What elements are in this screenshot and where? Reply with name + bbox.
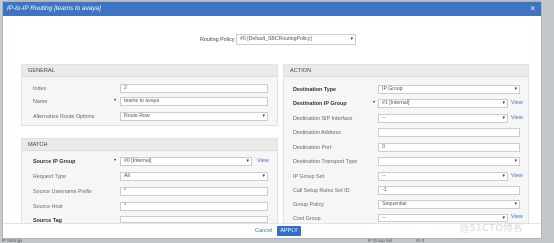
source-username-prefix-field[interactable]: * bbox=[120, 187, 268, 196]
alt-route-select[interactable]: Route Row bbox=[120, 112, 268, 121]
index-field[interactable]: 2 bbox=[120, 84, 268, 93]
destination-ip-group-label: Destination IP Group bbox=[293, 101, 347, 107]
source-host-field[interactable]: * bbox=[120, 202, 268, 211]
match-panel: MATCH bbox=[21, 138, 278, 224]
apply-button[interactable]: APPLY bbox=[277, 226, 301, 236]
destination-type-select[interactable]: IP Group bbox=[378, 85, 520, 94]
destination-ip-group-view-link[interactable]: View bbox=[511, 100, 523, 106]
source-tag-field[interactable] bbox=[120, 216, 268, 223]
destination-address-label: Destination Address bbox=[293, 130, 341, 136]
watermark: @51CTO博客 bbox=[459, 223, 523, 234]
destination-port-label: Destination Port bbox=[293, 145, 332, 151]
source-ip-group-label: Source IP Group bbox=[33, 159, 76, 165]
background-right bbox=[540, 0, 554, 243]
ip-group-set-select[interactable]: -- bbox=[378, 172, 508, 181]
name-field[interactable]: teams to avaya bbox=[120, 97, 268, 106]
index-label: Index bbox=[33, 86, 47, 92]
name-label: Name bbox=[33, 99, 48, 105]
source-username-prefix-label: Source Username Prefix bbox=[33, 189, 92, 195]
alt-route-label: Alternative Route Options bbox=[33, 114, 95, 120]
required-indicator: • bbox=[114, 98, 117, 104]
background-right-text-2: #1-3 bbox=[416, 238, 425, 243]
group-policy-select[interactable]: Sequential bbox=[378, 200, 520, 209]
cancel-button[interactable]: Cancel bbox=[255, 228, 272, 234]
destination-port-field[interactable]: 0 bbox=[378, 143, 520, 152]
call-setup-rules-label: Call Setup Rules Set ID bbox=[293, 188, 350, 194]
destination-sip-interface-view-link[interactable]: View bbox=[511, 115, 523, 121]
destination-ip-group-select[interactable]: #1 [Internal] bbox=[378, 99, 508, 108]
destination-sip-interface-label: Destination SIP Interface bbox=[293, 116, 353, 122]
dialog-titlebar: IP-to-IP Routing [teams to avaya] × bbox=[3, 2, 541, 16]
request-type-label: Request Type bbox=[33, 174, 67, 180]
source-ip-group-view-link[interactable]: View bbox=[257, 158, 269, 164]
modified-indicator: • bbox=[373, 100, 376, 106]
close-icon[interactable]: × bbox=[530, 2, 535, 16]
background-bottom bbox=[0, 239, 554, 243]
destination-type-label: Destination Type bbox=[293, 87, 337, 93]
routing-policy-label: Routing Policy bbox=[200, 37, 235, 43]
request-type-select[interactable]: All bbox=[120, 172, 268, 181]
modified-indicator: • bbox=[114, 158, 117, 164]
source-host-label: Source Host bbox=[33, 204, 63, 210]
destination-transport-type-label: Destination Transport Type bbox=[293, 159, 358, 165]
cost-group-label: Cost Group bbox=[293, 216, 321, 222]
dialog-title: IP-to-IP Routing [teams to avaya] bbox=[7, 5, 101, 12]
action-heading: ACTION bbox=[284, 65, 528, 77]
background-right-text: IP Group Set bbox=[368, 238, 393, 243]
general-heading: GENERAL bbox=[22, 65, 277, 77]
call-setup-rules-field[interactable]: -1 bbox=[378, 186, 520, 195]
destination-transport-type-select[interactable] bbox=[378, 157, 520, 166]
destination-sip-interface-select[interactable]: -- bbox=[378, 114, 508, 123]
source-ip-group-select[interactable]: #0 [Internal] bbox=[120, 157, 252, 166]
destination-address-field[interactable] bbox=[378, 128, 520, 137]
background-left-text: IP Settings bbox=[2, 238, 23, 243]
group-policy-label: Group Policy bbox=[293, 202, 324, 208]
routing-policy-select[interactable]: #0 [Default_SBCRoutingPolicy] bbox=[236, 34, 356, 45]
ip-group-set-label: IP Group Set bbox=[293, 174, 325, 180]
match-heading: MATCH bbox=[22, 139, 277, 151]
routing-dialog: IP-to-IP Routing [teams to avaya] × Rout… bbox=[2, 1, 542, 239]
ip-group-set-view-link[interactable]: View bbox=[511, 173, 523, 179]
